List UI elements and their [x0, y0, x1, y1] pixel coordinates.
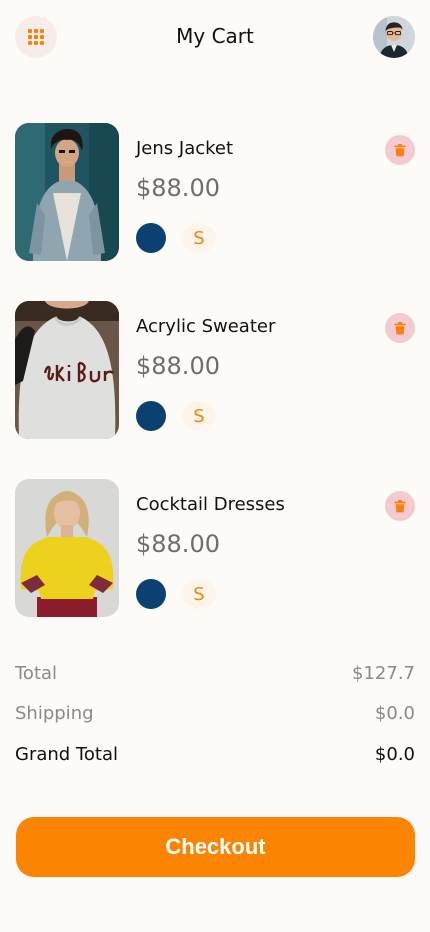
ski-sweater-photo — [15, 301, 119, 439]
size-badge[interactable]: S — [182, 401, 216, 431]
shipping-label: Shipping — [15, 703, 94, 724]
item-price: $88.00 — [136, 530, 220, 558]
size-badge[interactable]: S — [182, 223, 216, 253]
trash-icon — [394, 321, 406, 334]
denim-jacket-photo — [15, 123, 119, 261]
color-swatch[interactable] — [136, 401, 166, 431]
header: My Cart — [0, 0, 430, 76]
summary-total: Total $127.7 — [15, 663, 415, 689]
shipping-value: $0.0 — [374, 703, 415, 724]
item-price: $88.00 — [136, 174, 220, 202]
total-value: $127.7 — [352, 663, 415, 684]
color-swatch[interactable] — [136, 223, 166, 253]
grand-total-label: Grand Total — [15, 744, 118, 765]
item-name: Acrylic Sweater — [136, 316, 276, 337]
delete-button[interactable] — [385, 491, 415, 521]
cart-item[interactable]: Jens Jacket $88.00 S — [15, 123, 415, 261]
total-label: Total — [15, 663, 58, 684]
delete-button[interactable] — [385, 313, 415, 343]
color-swatch[interactable] — [136, 579, 166, 609]
trash-icon — [394, 499, 406, 512]
item-name: Jens Jacket — [136, 138, 234, 159]
avatar[interactable] — [373, 16, 415, 58]
trash-icon — [394, 143, 406, 156]
grand-total-value: $0.0 — [374, 744, 415, 765]
yellow-sweater-photo — [15, 479, 119, 617]
item-price: $88.00 — [136, 352, 220, 380]
cart-item[interactable]: Cocktail Dresses $88.00 S — [15, 479, 415, 617]
size-badge[interactable]: S — [182, 579, 216, 609]
cart-item[interactable]: Acrylic Sweater $88.00 S — [15, 301, 415, 439]
item-name: Cocktail Dresses — [136, 494, 285, 515]
page-title: My Cart — [176, 24, 254, 48]
checkout-button[interactable]: Checkout — [16, 817, 415, 877]
summary-shipping: Shipping $0.0 — [15, 703, 415, 729]
summary-grand-total: Grand Total $0.0 — [15, 744, 415, 770]
delete-button[interactable] — [385, 135, 415, 165]
user-avatar-icon — [373, 16, 415, 58]
